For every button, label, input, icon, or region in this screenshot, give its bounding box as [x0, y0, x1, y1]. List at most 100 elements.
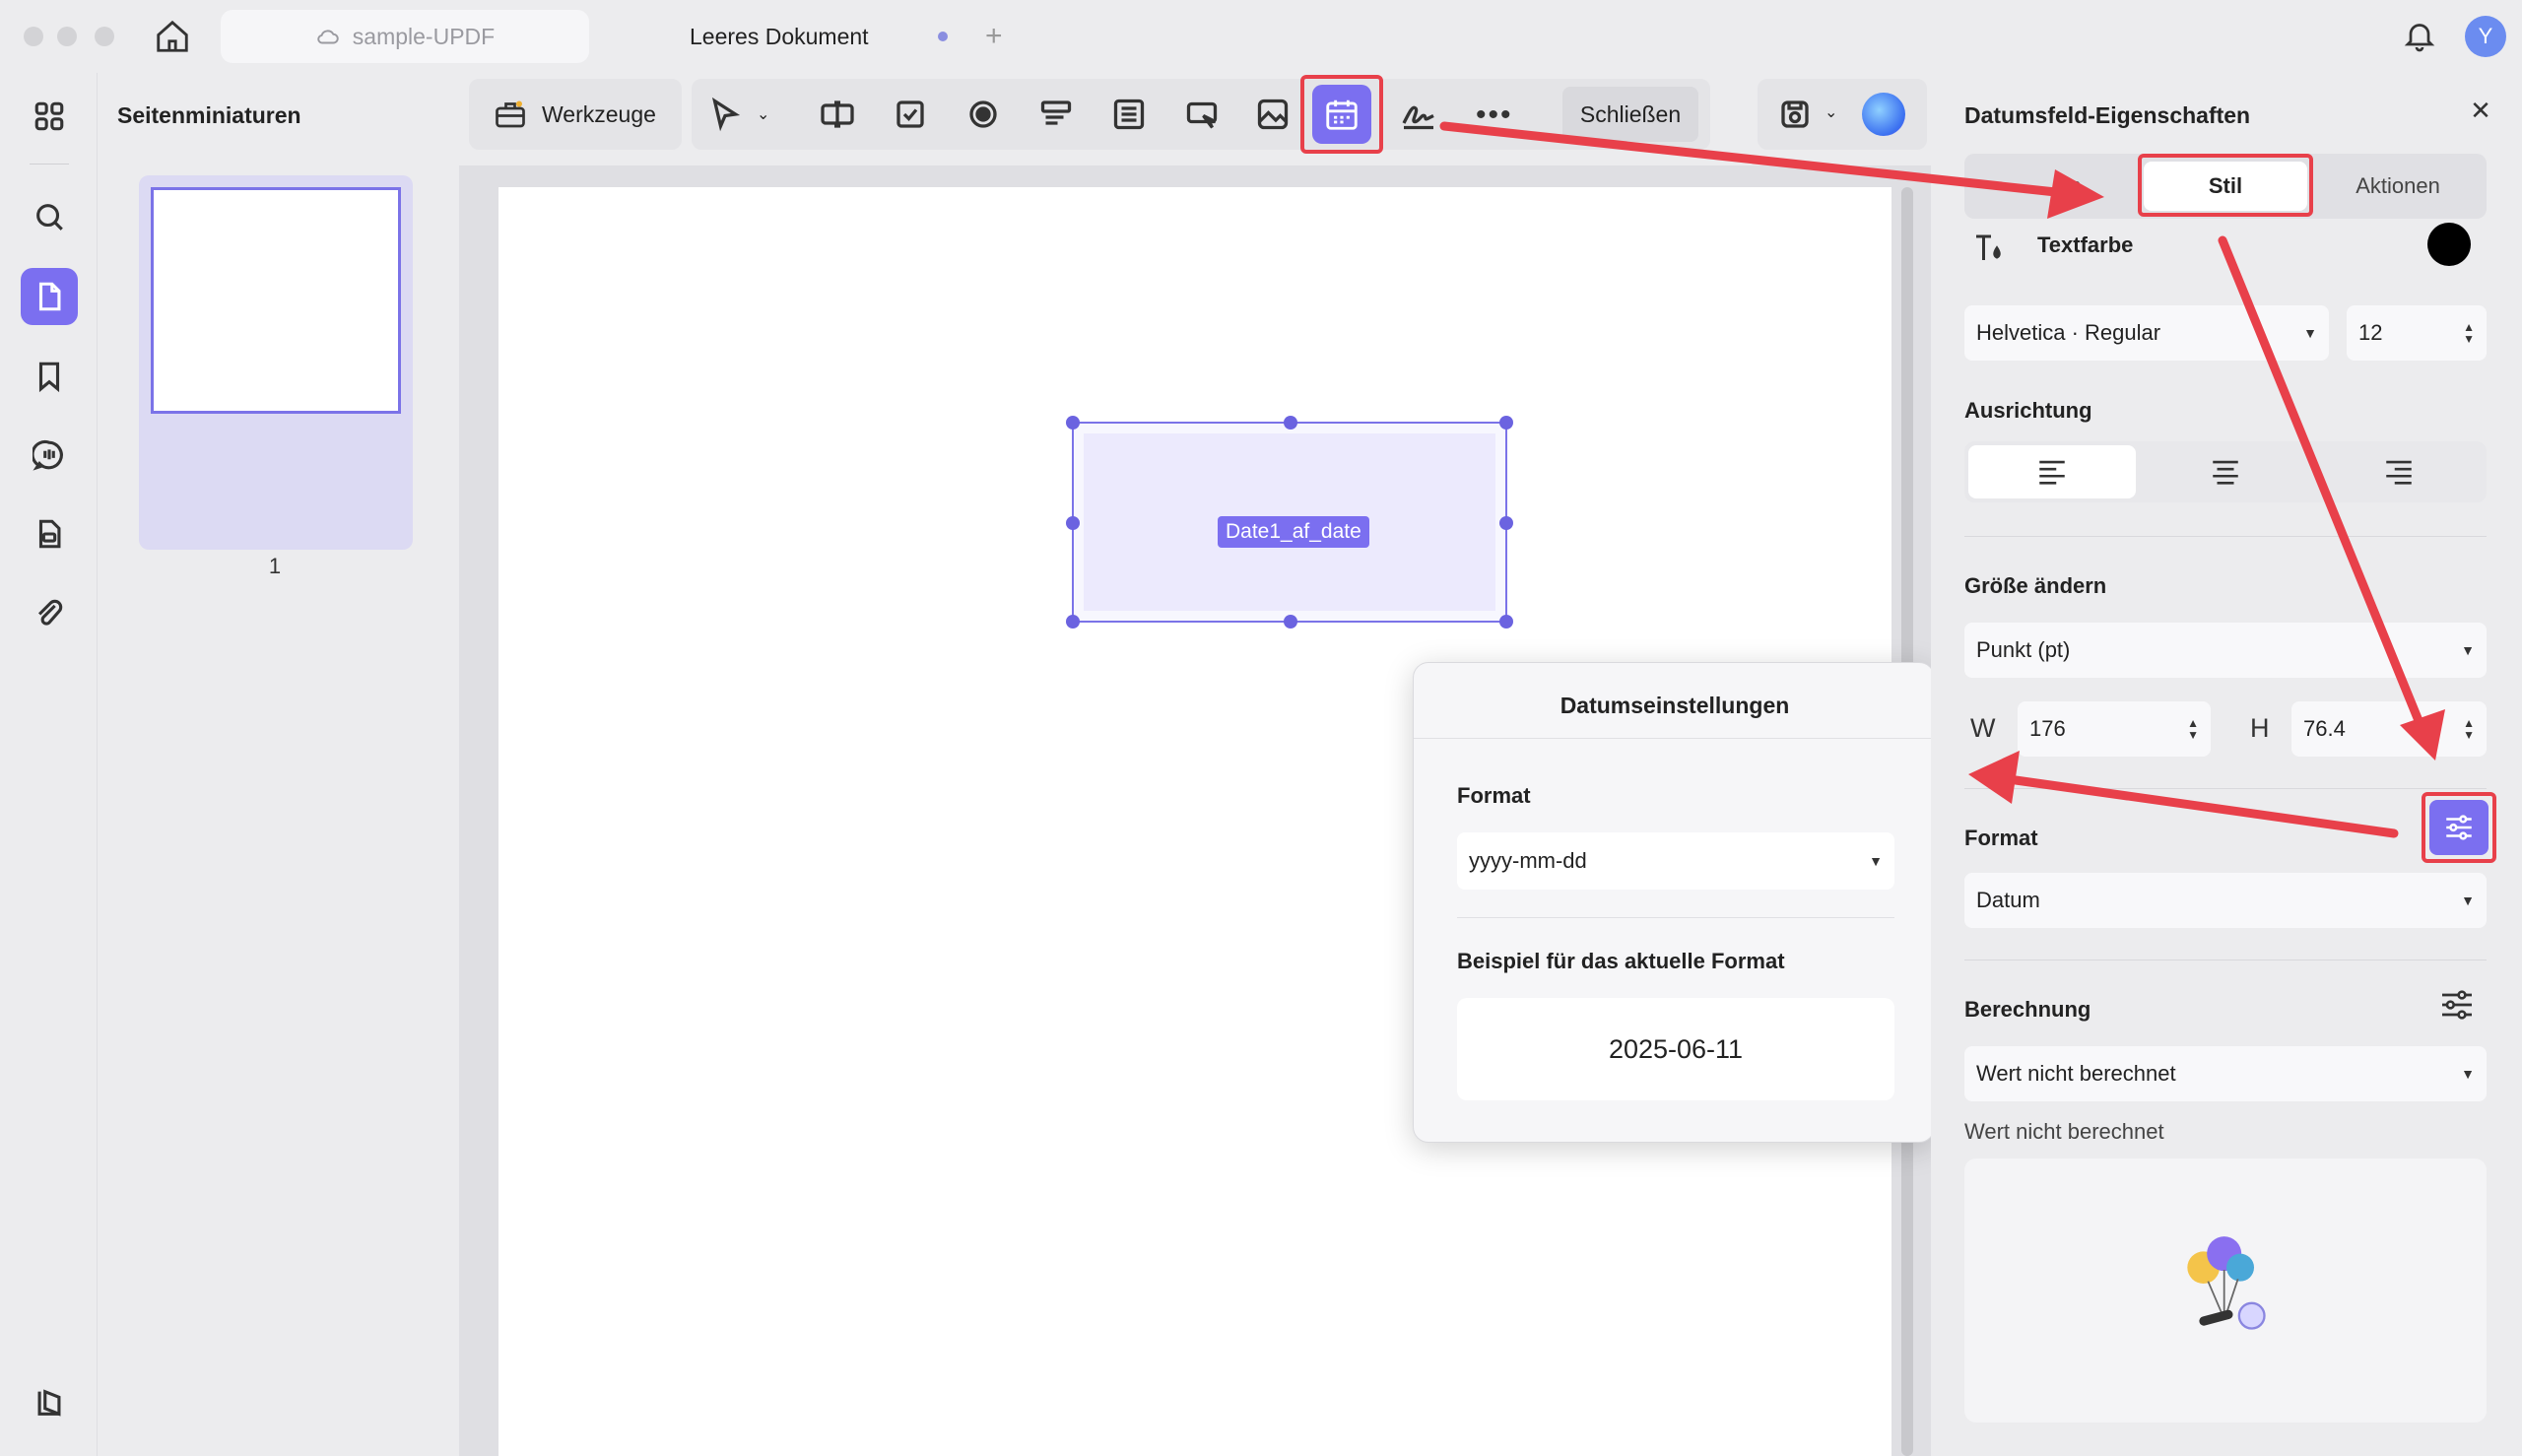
unit-select[interactable]: Punkt (pt) ▼	[1964, 623, 2487, 678]
list-box-icon[interactable]	[1105, 91, 1153, 138]
align-right-button[interactable]	[2315, 445, 2483, 498]
stepper-arrows-icon[interactable]: ▲ ▼	[2463, 321, 2475, 345]
resize-label: Größe ändern	[1964, 573, 2107, 598]
resize-handle[interactable]	[1066, 516, 1080, 530]
dropdown-field-icon[interactable]	[1032, 91, 1080, 138]
height-value: 76.4	[2303, 716, 2346, 741]
format-type-select[interactable]: Datum ▼	[1964, 873, 2487, 928]
resize-handle[interactable]	[1284, 615, 1297, 629]
bell-icon[interactable]	[2402, 18, 2437, 55]
stepper-arrows-icon[interactable]: ▲ ▼	[2187, 717, 2199, 741]
popup-title: Datumseinstellungen	[1560, 693, 1790, 718]
title-bar: sample-UPDF Leeres Dokument + Y	[0, 0, 2522, 73]
new-tab-icon[interactable]: +	[985, 20, 1003, 53]
date-field-name: Date1_af_date	[1218, 516, 1369, 548]
comment-icon[interactable]	[26, 431, 73, 479]
ai-assistant-icon[interactable]	[1862, 93, 1905, 136]
cloud-icon	[317, 30, 339, 44]
style-tab-highlight	[2138, 154, 2313, 217]
close-icon[interactable]: ✕	[2465, 95, 2496, 126]
text-color-swatch[interactable]	[2427, 223, 2471, 266]
format-select[interactable]: yyyy-mm-dd ▼	[1457, 832, 1894, 890]
resize-handle[interactable]	[1066, 416, 1080, 430]
button-field-icon[interactable]	[1178, 91, 1226, 138]
tab-actions[interactable]: Aktionen	[2319, 162, 2477, 211]
caret-down-icon: ▼	[2461, 1066, 2475, 1082]
format-label: Format	[1964, 826, 2038, 850]
grid-icon[interactable]	[26, 93, 73, 140]
close-tools-button[interactable]: Schließen	[1562, 87, 1698, 142]
resize-handle[interactable]	[1499, 615, 1513, 629]
calculation-select[interactable]: Wert nicht berechnet ▼	[1964, 1046, 2487, 1101]
unit-select-value: Punkt (pt)	[1976, 637, 2071, 662]
attachment-icon[interactable]	[26, 589, 73, 636]
save-icon[interactable]	[1771, 91, 1819, 138]
chevron-down-icon[interactable]: ⌄	[757, 104, 769, 124]
alignment-group	[1964, 441, 2487, 502]
select-pointer-icon[interactable]	[701, 91, 749, 138]
align-left-icon	[2039, 460, 2065, 485]
home-icon[interactable]	[154, 18, 191, 55]
calculation-value: Wert nicht berechnet	[1976, 1061, 2176, 1086]
calculation-note: Wert nicht berechnet	[1964, 1119, 2164, 1144]
caret-down-icon: ▼	[2461, 642, 2475, 658]
unsaved-dot-icon	[937, 32, 948, 41]
font-select[interactable]: Helvetica · Regular ▼	[1964, 305, 2329, 361]
stepper-arrows-icon[interactable]: ▲ ▼	[2463, 717, 2475, 741]
signature-icon[interactable]	[1395, 91, 1442, 138]
zoom-window-button[interactable]	[95, 27, 114, 46]
chevron-down-icon[interactable]: ⌄	[1825, 102, 1837, 122]
page-thumbnail[interactable]	[139, 175, 413, 550]
text-field-icon[interactable]	[814, 91, 861, 138]
form-icon[interactable]	[26, 510, 73, 558]
alignment-label: Ausrichtung	[1964, 398, 2092, 423]
close-window-button[interactable]	[24, 27, 43, 46]
left-rail	[0, 73, 97, 1456]
tab-sample-updf[interactable]: sample-UPDF	[221, 10, 589, 63]
radio-button-icon[interactable]	[960, 91, 1007, 138]
date-field-body: Date1_af_date	[1084, 433, 1495, 611]
format-example: 2025-06-11	[1457, 998, 1894, 1100]
close-tools-label: Schließen	[1579, 100, 1682, 127]
checkbox-icon[interactable]	[887, 91, 934, 138]
width-input[interactable]: 176 ▲ ▼	[2018, 701, 2211, 757]
tools-label: Werkzeuge	[542, 101, 656, 127]
resize-handle[interactable]	[1284, 416, 1297, 430]
tab-leeres-dokument[interactable]: Leeres Dokument	[611, 10, 1025, 63]
calculation-label: Berechnung	[1964, 997, 2091, 1022]
text-color-icon	[1970, 231, 2006, 266]
empty-state-illustration	[1964, 1158, 2487, 1423]
align-right-icon	[2386, 460, 2412, 485]
format-settings-icon[interactable]	[2429, 800, 2489, 855]
date-form-field[interactable]: Date1_af_date	[1066, 416, 1513, 629]
tab-general[interactable]: in	[2043, 162, 2102, 211]
align-left-button[interactable]	[1968, 445, 2136, 498]
width-value: 176	[2029, 716, 2066, 741]
height-input[interactable]: 76.4 ▲ ▼	[2291, 701, 2487, 757]
bookmark-icon[interactable]	[26, 353, 73, 400]
avatar[interactable]: Y	[2465, 16, 2506, 57]
format-select-value: yyyy-mm-dd	[1469, 848, 1587, 873]
resize-handle[interactable]	[1499, 416, 1513, 430]
layers-icon[interactable]	[26, 1379, 73, 1426]
tools-button[interactable]: Werkzeuge	[469, 79, 682, 150]
more-icon[interactable]: •••	[1476, 99, 1513, 132]
form-toolbar: Werkzeuge ⌄ ••• Schließen ⌄	[469, 75, 1943, 154]
properties-panel: Datumsfeld-Eigenschaften ✕ in Stil Aktio…	[1931, 73, 2522, 1456]
calculation-settings-icon[interactable]	[2437, 985, 2477, 1025]
search-icon[interactable]	[26, 193, 73, 240]
format-type-value: Datum	[1976, 888, 2040, 912]
calendar-icon[interactable]	[1312, 85, 1371, 144]
resize-handle[interactable]	[1066, 615, 1080, 629]
page-icon[interactable]	[21, 268, 78, 325]
image-field-icon[interactable]	[1249, 91, 1296, 138]
thumbnail-page-number: 1	[268, 554, 282, 578]
minimize-window-button[interactable]	[57, 27, 77, 46]
toolbox-icon	[493, 97, 528, 132]
align-center-button[interactable]	[2142, 445, 2309, 498]
thumbnail-page-preview	[151, 187, 401, 414]
rail-divider	[30, 164, 69, 165]
resize-handle[interactable]	[1499, 516, 1513, 530]
font-size-stepper[interactable]: 12 ▲ ▼	[2347, 305, 2487, 361]
divider	[1964, 536, 2487, 537]
